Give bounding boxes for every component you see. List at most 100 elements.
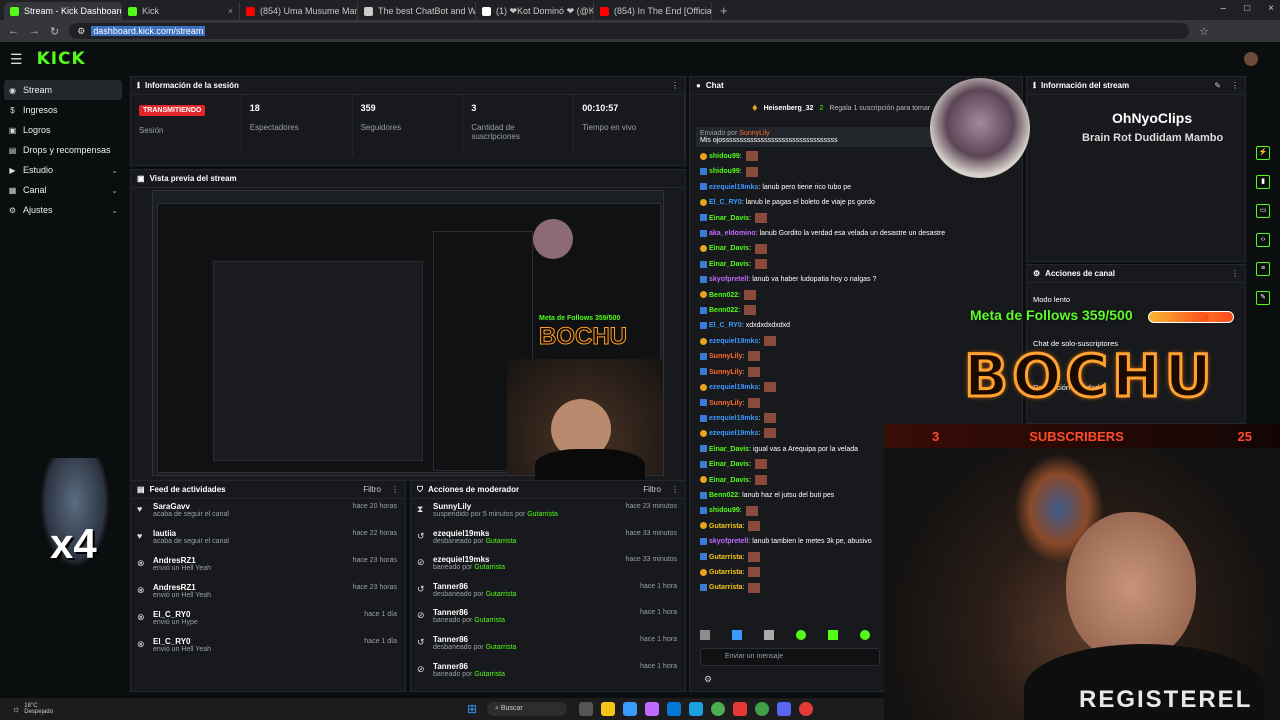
sidebar-item-stream[interactable]: ◉ Stream xyxy=(4,80,122,100)
browser-tab[interactable]: (854) Uma Musume Mambo #× xyxy=(240,2,358,20)
chat-username[interactable]: skyofpretell xyxy=(709,538,748,545)
chat-username[interactable]: aka_eldomino xyxy=(709,230,756,237)
mod-filter-button[interactable]: Filtro xyxy=(643,485,661,494)
chat-username[interactable]: Gutarrista xyxy=(709,569,742,576)
activity-row[interactable]: ♥ lautiia acaba de seguir el canal hace 22 … xyxy=(131,526,405,553)
wrench-icon[interactable]: ✎ xyxy=(1256,291,1270,305)
browser-tab[interactable]: The best ChatBot and Widget× xyxy=(358,2,476,20)
mod-action-by[interactable]: Gutarrista xyxy=(474,617,505,624)
chat-username[interactable]: skyofpretell xyxy=(709,276,748,283)
activity-user[interactable]: AndresRZ1 xyxy=(153,583,211,592)
sidebar-item-ajustes[interactable]: ⚙ Ajustes ⌄ xyxy=(0,200,126,220)
chat-username[interactable]: Einar_Davis xyxy=(709,215,749,222)
chat-username[interactable]: Einar_Davis xyxy=(709,261,749,268)
app-5-icon[interactable] xyxy=(799,702,813,716)
code-icon[interactable]: ‹› xyxy=(1256,233,1270,247)
chat-username[interactable]: Gutarrista xyxy=(709,584,742,591)
activity-filter-button[interactable]: Filtro xyxy=(363,485,381,494)
mod-action-row[interactable]: ⊘ ezequiel19mks baneado por Gutarrista hace… xyxy=(411,552,685,579)
chat-username[interactable]: El_C_RY0 xyxy=(709,322,742,329)
sidebar-item-estudio[interactable]: ▶ Estudio ⌄ xyxy=(0,160,126,180)
list-icon[interactable]: ≡ xyxy=(1256,262,1270,276)
mod-target-user[interactable]: Tanner86 xyxy=(433,662,505,671)
more-options-icon[interactable]: ⋮ xyxy=(1231,269,1239,278)
emote-3-icon[interactable] xyxy=(764,630,774,640)
chat-username[interactable]: Gutarrista xyxy=(709,523,742,530)
sidebar-item-drops-y-recompensas[interactable]: ▤ Drops y recompensas xyxy=(0,140,126,160)
chat-username[interactable]: ezequiel19mks xyxy=(709,430,758,437)
kick-logo[interactable]: KICK xyxy=(37,49,86,69)
mod-action-row[interactable]: ⊘ Tanner86 baneado por Gutarrista hace 1 ho… xyxy=(411,605,685,632)
site-info-icon[interactable]: ⚙ xyxy=(77,26,85,37)
chevron-down-icon[interactable]: ⌄ xyxy=(111,166,118,175)
close-window-icon[interactable]: × xyxy=(1268,3,1274,14)
tab-close-icon[interactable]: × xyxy=(228,6,233,16)
chat-username[interactable]: Einar_Davis xyxy=(709,446,749,453)
sidebar-item-ingresos[interactable]: $ Ingresos xyxy=(0,100,126,120)
edit-icon[interactable]: ✎ xyxy=(1214,81,1221,90)
mod-target-user[interactable]: ezequiel19mks xyxy=(433,555,505,564)
mod-action-row[interactable]: ↺ ezequiel19mks desbaneado por Gutarrista h… xyxy=(411,526,685,553)
chat-username[interactable]: SunnyLily xyxy=(709,353,742,360)
mod-action-by[interactable]: Gutarrista xyxy=(486,538,517,545)
file-explorer-icon[interactable] xyxy=(601,702,615,716)
windows-start-icon[interactable]: ⊞ xyxy=(467,702,477,716)
mod-target-user[interactable]: Tanner86 xyxy=(433,582,516,591)
chevron-down-icon[interactable]: ⌄ xyxy=(111,186,118,195)
maximize-icon[interactable]: □ xyxy=(1244,3,1250,14)
chevron-down-icon[interactable]: ⌄ xyxy=(111,206,118,215)
browser-tab[interactable]: Kick × xyxy=(122,2,240,20)
chat-username[interactable]: ezequiel19mks xyxy=(709,184,758,191)
chat-username[interactable]: SunnyLily xyxy=(709,400,742,407)
user-avatar[interactable] xyxy=(1244,52,1258,66)
pinned-user[interactable]: Heisenberg_32 xyxy=(764,105,814,112)
emote-2-icon[interactable] xyxy=(732,630,742,640)
mod-action-by[interactable]: Gutarrista xyxy=(486,644,517,651)
chat-username[interactable]: shidou99 xyxy=(709,507,740,514)
url-input[interactable]: ⚙ dashboard.kick.com/stream xyxy=(69,23,1190,39)
chat-username[interactable]: Benn022 xyxy=(709,492,738,499)
sidebar-item-logros[interactable]: ▣ Logros xyxy=(0,120,126,140)
activity-row[interactable]: ♥ SaraGavv acaba de seguir el canal hace 20… xyxy=(131,499,405,526)
mod-target-user[interactable]: Tanner86 xyxy=(433,635,516,644)
app-3-icon[interactable] xyxy=(733,702,747,716)
chat-username[interactable]: ezequiel19mks xyxy=(709,338,758,345)
discord-icon[interactable] xyxy=(777,702,791,716)
chat-username[interactable]: Einar_Davis xyxy=(709,477,749,484)
chat-settings-icon[interactable]: ⚙ xyxy=(704,674,712,685)
mod-target-user[interactable]: SunnyLily xyxy=(433,502,558,511)
mod-target-user[interactable]: Tanner86 xyxy=(433,608,505,617)
more-options-icon[interactable]: ⋮ xyxy=(671,81,679,90)
chat-username[interactable]: shidou99 xyxy=(709,153,740,160)
bookmark-star-icon[interactable]: ☆ xyxy=(1199,25,1209,38)
chrome-icon[interactable] xyxy=(711,702,725,716)
mod-action-row[interactable]: ↺ Tanner86 desbaneado por Gutarrista hace 1… xyxy=(411,632,685,659)
task-view-icon[interactable] xyxy=(579,702,593,716)
app-4-icon[interactable] xyxy=(755,702,769,716)
more-options-icon[interactable]: ⋮ xyxy=(391,485,399,494)
emote-5-icon[interactable] xyxy=(828,630,838,640)
browser-tab[interactable]: Stream - Kick Dashboard× xyxy=(4,2,122,20)
emote-6-icon[interactable] xyxy=(860,630,870,640)
chat-message-input[interactable]: Enviar un mensaje xyxy=(700,648,880,666)
hamburger-menu-icon[interactable]: ☰ xyxy=(10,51,23,68)
activity-row[interactable]: ⊗ El_C_RY0 envió un Hype hace 1 día xyxy=(131,607,405,634)
activity-row[interactable]: ⊗ AndresRZ1 envió un Hell Yeah hace 23 hora… xyxy=(131,580,405,607)
taskbar-search[interactable]: ⌕ Buscar xyxy=(487,702,567,716)
chat-username[interactable]: shidou99 xyxy=(709,168,740,175)
more-options-icon[interactable]: ⋮ xyxy=(671,485,679,494)
chat-username[interactable]: Benn022 xyxy=(709,292,738,299)
chat-username[interactable]: Benn022 xyxy=(709,307,738,314)
outlook-icon[interactable] xyxy=(667,702,681,716)
mod-action-by[interactable]: Gutarrista xyxy=(486,591,517,598)
activity-user[interactable]: El_C_RY0 xyxy=(153,610,198,619)
activity-user[interactable]: AndresRZ1 xyxy=(153,556,211,565)
back-icon[interactable]: ← xyxy=(8,25,19,37)
chat-username[interactable]: Gutarrista xyxy=(709,554,742,561)
clip-icon[interactable]: ▮ xyxy=(1256,175,1270,189)
chat-username[interactable]: ezequiel19mks xyxy=(709,384,758,391)
chat-username[interactable]: SunnyLily xyxy=(709,369,742,376)
activity-row[interactable]: ⊗ AndresRZ1 envió un Hell Yeah hace 23 hora… xyxy=(131,553,405,580)
browser-tab[interactable]: (1) ❤Kot Dominó ❤ (@KotD× xyxy=(476,2,594,20)
reload-icon[interactable]: ↻ xyxy=(50,25,59,38)
